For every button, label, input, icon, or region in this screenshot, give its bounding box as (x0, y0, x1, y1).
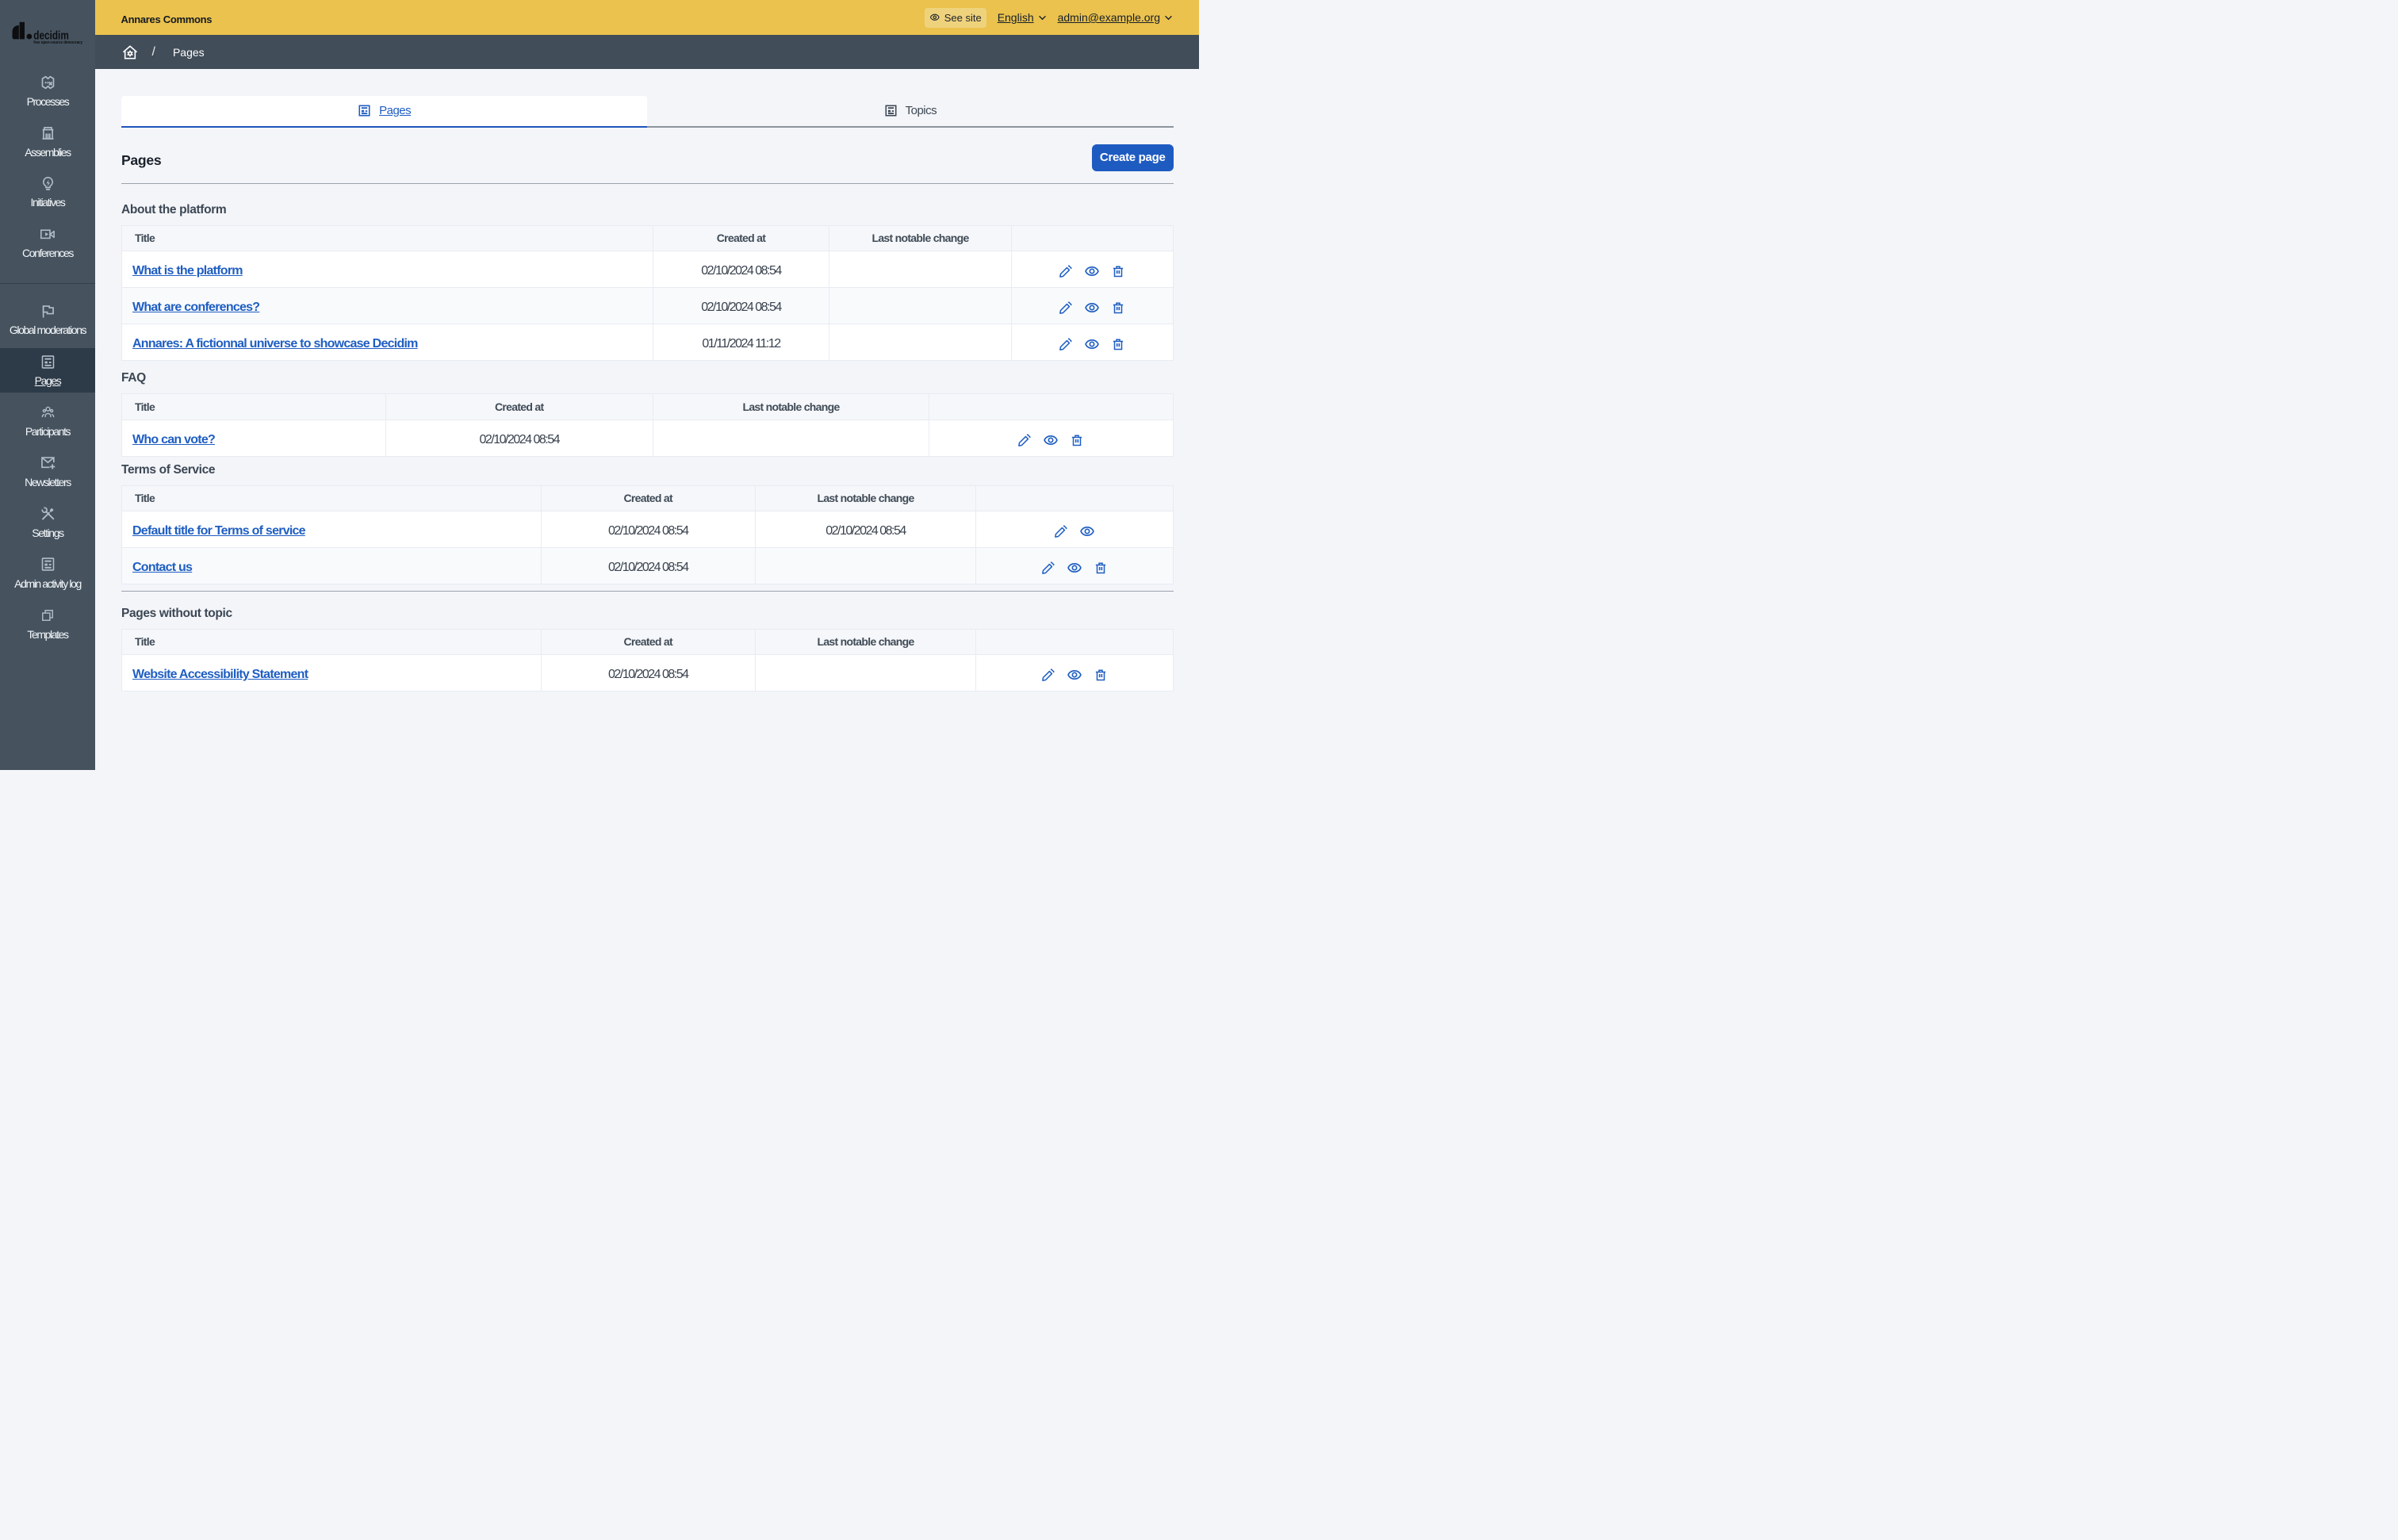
svg-text:free open-source democracy: free open-source democracy (33, 40, 82, 45)
